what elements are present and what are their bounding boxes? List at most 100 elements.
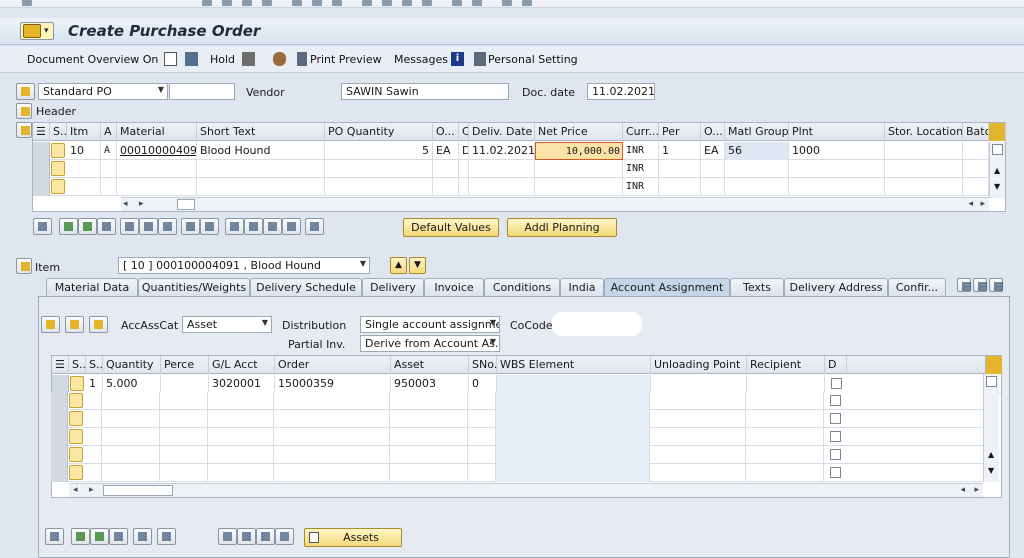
empty-cell[interactable] — [102, 392, 160, 410]
row-selector[interactable] — [51, 464, 68, 482]
grid-settings-icon[interactable]: ☰ — [33, 123, 50, 141]
single-account-assignment-icon[interactable] — [41, 316, 60, 333]
sort-icon[interactable] — [225, 218, 244, 235]
remove-filter-icon[interactable] — [282, 218, 301, 235]
column-config-icon[interactable] — [985, 356, 1002, 374]
col-matl-group[interactable]: Matl Group — [725, 123, 789, 141]
row-selector[interactable] — [52, 375, 69, 393]
previous-item-button[interactable]: ▲ — [390, 257, 407, 274]
first-page-icon[interactable] — [362, 0, 372, 6]
unlock-icon[interactable] — [158, 218, 177, 235]
scroll-right-end-icon[interactable]: ▸ — [980, 199, 985, 209]
empty-cell[interactable] — [746, 410, 824, 428]
empty-cell[interactable] — [746, 464, 824, 482]
cell-short-text[interactable]: Blood Hound — [197, 142, 325, 160]
row-selector[interactable] — [33, 160, 50, 178]
col-deliv-date[interactable]: Deliv. Date — [469, 123, 535, 141]
col-status[interactable]: S.. — [69, 356, 86, 374]
empty-cell[interactable] — [102, 410, 160, 428]
empty-cell[interactable] — [650, 428, 746, 446]
details-icon[interactable] — [45, 528, 64, 545]
cell-order-price-unit[interactable]: EA — [701, 142, 725, 160]
col-serial[interactable]: S.. — [86, 356, 103, 374]
col-recipient[interactable]: Recipient — [747, 356, 825, 374]
empty-cell[interactable] — [85, 410, 102, 428]
cell-deliv-date[interactable]: 11.02.2021 — [469, 142, 535, 160]
hold-button[interactable]: Hold — [210, 53, 235, 66]
table-row[interactable]: INR — [33, 160, 1005, 178]
col-order-unit[interactable]: O... — [433, 123, 459, 141]
new-document-icon[interactable] — [164, 52, 177, 66]
account-horizontal-scrollbar[interactable]: ◂ ▸ ◂ ▸ — [69, 483, 983, 497]
cell-sno[interactable]: 0 — [469, 375, 497, 393]
tab-india[interactable]: India — [560, 278, 604, 296]
account-assignment-info-icon[interactable] — [65, 316, 84, 333]
empty-cell[interactable] — [85, 446, 102, 464]
multiple-account-assignment-icon[interactable] — [89, 316, 108, 333]
account-vertical-scrollbar[interactable]: ▲ ▼ — [983, 374, 999, 482]
cell-currency[interactable]: INR — [623, 142, 659, 160]
empty-cell[interactable] — [496, 428, 650, 446]
sort-icon[interactable] — [218, 528, 237, 545]
cell-po-quantity[interactable]: 5 — [325, 142, 433, 160]
cell-net-price[interactable]: 10,000.00 — [535, 142, 623, 160]
copy-icon[interactable] — [181, 218, 200, 235]
cell-serial[interactable]: 1 — [86, 375, 103, 393]
print-icon[interactable] — [292, 0, 302, 6]
tab-conditions[interactable]: Conditions — [484, 278, 560, 296]
cell-order-unit[interactable]: EA — [433, 142, 459, 160]
empty-cell[interactable] — [496, 392, 650, 410]
select-all-icon[interactable] — [71, 528, 90, 545]
scroll-right-icon[interactable]: ▸ — [89, 485, 94, 495]
empty-cell[interactable] — [496, 464, 650, 482]
deselect-all-icon[interactable] — [90, 528, 109, 545]
row-selector[interactable] — [51, 392, 68, 410]
cell-matl-group[interactable]: 56 — [725, 142, 789, 160]
empty-cell[interactable] — [85, 464, 102, 482]
print-preview-button[interactable]: Print Preview — [310, 53, 382, 66]
remove-filter-icon[interactable] — [275, 528, 294, 545]
po-number-field[interactable] — [169, 83, 235, 100]
tab-material-data[interactable]: Material Data — [46, 278, 138, 296]
empty-cell[interactable] — [746, 428, 824, 446]
collapse-item-detail-icon[interactable] — [16, 258, 32, 274]
cell-order[interactable]: 15000359 — [275, 375, 391, 393]
empty-cell[interactable] — [274, 464, 390, 482]
find-icon[interactable] — [312, 0, 322, 6]
col-acct-cat[interactable]: A — [101, 123, 117, 141]
select-all-icon[interactable] — [59, 218, 78, 235]
table-row[interactable] — [51, 446, 984, 464]
po-type-select[interactable]: Standard PO — [38, 83, 168, 100]
empty-cell[interactable] — [274, 410, 390, 428]
empty-cell[interactable] — [468, 464, 496, 482]
delete-icon[interactable] — [133, 528, 152, 545]
cell-acct-cat[interactable]: A — [101, 142, 117, 160]
delete-icon[interactable] — [120, 218, 139, 235]
scroll-right-icon[interactable]: ▸ — [139, 199, 144, 209]
grid-settings-icon[interactable]: ☰ — [52, 356, 69, 374]
next-item-button[interactable]: ▼ — [409, 257, 426, 274]
set-filter-icon[interactable] — [305, 218, 324, 235]
scroll-left-icon[interactable]: ◂ — [123, 199, 128, 209]
table-row[interactable] — [51, 410, 984, 428]
item-horizontal-scrollbar[interactable]: ◂ ▸ ◂ ▸ — [121, 197, 989, 211]
empty-cell[interactable] — [160, 428, 208, 446]
empty-cell[interactable] — [274, 428, 390, 446]
tab-delivery-schedule[interactable]: Delivery Schedule — [250, 278, 362, 296]
cell-currency[interactable]: INR — [623, 160, 659, 178]
filter-settings-icon[interactable] — [263, 218, 282, 235]
col-order[interactable]: Order — [275, 356, 391, 374]
empty-cell[interactable] — [390, 410, 468, 428]
empty-cell[interactable] — [746, 446, 824, 464]
menu-button[interactable]: ▾ — [20, 22, 54, 40]
delete-checkbox[interactable] — [830, 449, 841, 460]
info-icon[interactable]: i — [451, 52, 464, 66]
empty-cell[interactable] — [85, 392, 102, 410]
col-status[interactable]: S.. — [50, 123, 67, 141]
scroll-down-icon[interactable]: ▼ — [988, 466, 994, 475]
tab-list-icon[interactable] — [989, 278, 1003, 292]
empty-cell[interactable] — [102, 446, 160, 464]
tab-texts[interactable]: Texts — [730, 278, 784, 296]
assets-button[interactable]: Assets — [304, 528, 402, 547]
table-row[interactable]: 10 A 000100004091 Blood Hound 5 EA D 11.… — [33, 142, 1005, 160]
